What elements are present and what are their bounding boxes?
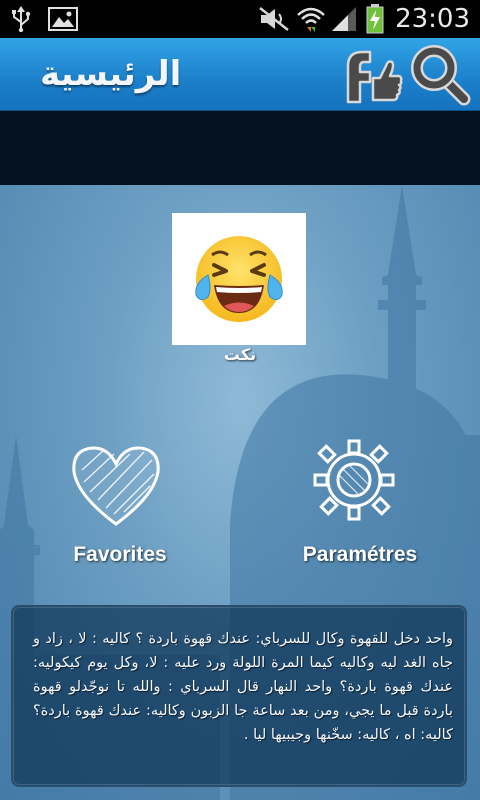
gear-icon [313, 439, 395, 521]
page-title: الرئيسية [40, 54, 182, 94]
mute-icon [258, 0, 290, 38]
wifi-icon [296, 0, 326, 38]
facebook-like-button[interactable] [340, 44, 404, 106]
settings-button[interactable] [312, 438, 396, 522]
facebook-like-icon [346, 50, 403, 104]
favorites-button[interactable] [68, 440, 164, 530]
search-button[interactable] [408, 44, 472, 106]
signal-icon [330, 0, 358, 38]
status-bar: 23:03 [0, 0, 480, 38]
jokes-label[interactable]: نكت [190, 345, 290, 364]
search-icon [411, 45, 471, 106]
joke-panel[interactable]: واحد دخل للقهوة وكال للسرباي: عندك قهوة … [11, 605, 467, 787]
laughing-emoji-icon [195, 236, 283, 322]
heart-icon [72, 446, 160, 526]
usb-icon [10, 0, 32, 38]
favorites-label[interactable]: Favorites [45, 543, 195, 567]
ad-banner [0, 111, 480, 185]
image-icon [48, 0, 78, 38]
clock: 23:03 [395, 4, 470, 34]
jokes-tile[interactable] [172, 213, 306, 345]
battery-charging-icon [366, 0, 384, 38]
joke-text: واحد دخل للقهوة وكال للسرباي: عندك قهوة … [33, 631, 453, 743]
settings-label[interactable]: Paramétres [280, 543, 440, 567]
action-bar: الرئيسية [0, 38, 480, 111]
